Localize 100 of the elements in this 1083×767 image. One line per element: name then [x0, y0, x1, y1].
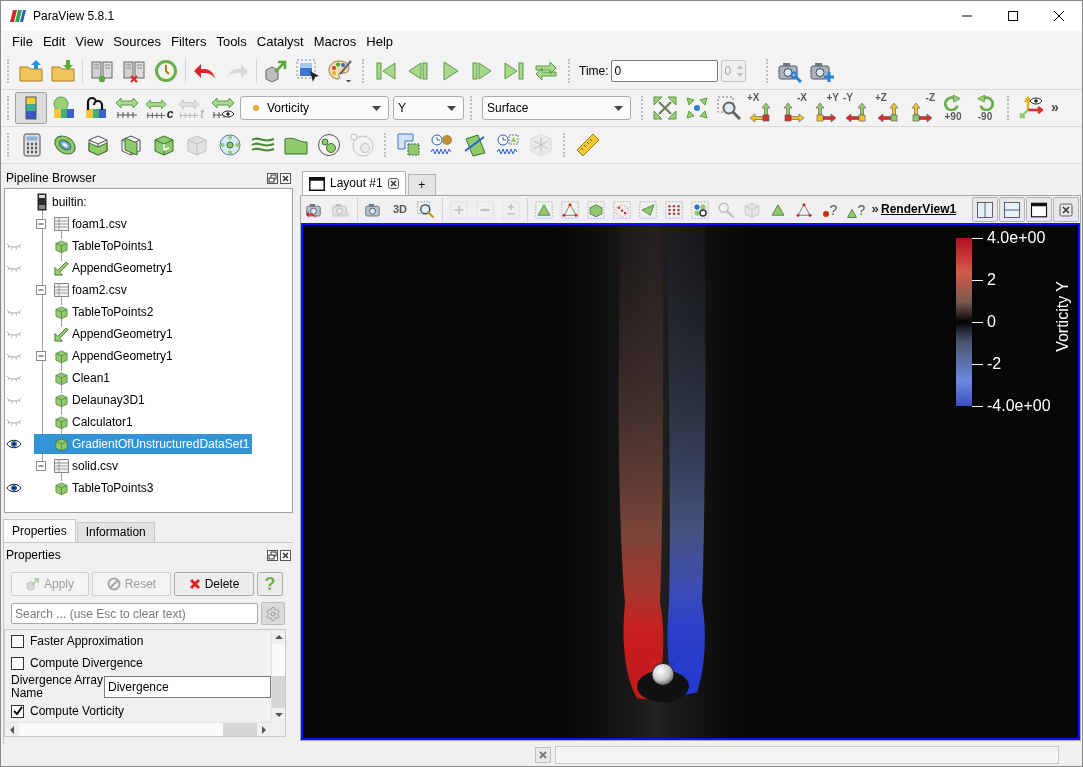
eye-closed-icon[interactable]	[6, 307, 22, 317]
server-connect-icon	[90, 59, 114, 83]
rescale-custom-button[interactable]: c	[143, 92, 175, 124]
pipeline-item[interactable]: Calculator1	[34, 412, 136, 432]
menu-item[interactable]: Edit	[37, 33, 71, 51]
scroll-right-icon[interactable]	[262, 725, 266, 734]
plus-minus-box-icon	[502, 200, 520, 219]
horizontal-scrollbar[interactable]	[5, 722, 271, 736]
hover-points-button[interactable]: ?	[817, 197, 843, 222]
view-direction-button[interactable]: -Z	[905, 92, 937, 124]
view-direction-button[interactable]: -Y	[841, 92, 873, 124]
eye-closed-icon[interactable]	[6, 395, 22, 405]
rotate-view-button[interactable]: -90	[969, 92, 1001, 124]
collapse-icon[interactable]	[36, 285, 46, 295]
scroll-up-icon[interactable]	[274, 635, 283, 639]
field-label: Divergence Array Name	[11, 674, 104, 700]
menu-item[interactable]: Tools	[211, 33, 252, 51]
menu-item[interactable]: Sources	[108, 33, 166, 51]
component-dropdown[interactable]: Y	[393, 96, 464, 120]
palette-icon	[328, 59, 352, 83]
time-field[interactable]: 0	[610, 60, 718, 82]
pipeline-item[interactable]: Delaunay3D1	[34, 390, 148, 410]
scroll-left-icon[interactable]	[10, 725, 14, 734]
eye-icon[interactable]	[6, 439, 22, 449]
menu-item[interactable]: Filters	[166, 33, 212, 51]
close-icon[interactable]	[280, 173, 291, 184]
pipeline-item[interactable]: AppendGeometry1	[34, 258, 176, 278]
pipeline-item[interactable]: TableToPoints2	[34, 302, 157, 322]
maximize-view-button[interactable]	[1026, 197, 1052, 222]
menu-item[interactable]: Macros	[308, 33, 362, 51]
eye-closed-icon[interactable]	[6, 329, 22, 339]
eye-closed-icon[interactable]	[6, 263, 22, 273]
pipeline-item[interactable]: TableToPoints1	[34, 236, 157, 256]
view-direction-button[interactable]: -X	[777, 92, 809, 124]
collapse-icon[interactable]	[36, 461, 46, 471]
toggle-3d-button[interactable]: 3D	[387, 197, 413, 222]
close-view-button[interactable]	[1053, 197, 1079, 222]
window-icon	[309, 176, 325, 191]
pipeline-item[interactable]: solid.csv	[34, 456, 121, 476]
menu-item[interactable]: View	[70, 33, 109, 51]
pipeline-item[interactable]: AppendGeometry1	[34, 346, 176, 366]
split-horizontal-button[interactable]	[972, 197, 998, 222]
delete-button[interactable]: Delete	[174, 572, 254, 596]
view-direction-button[interactable]: +Z	[873, 92, 905, 124]
new-layout-tab[interactable]: +	[407, 174, 436, 195]
view-direction-button[interactable]: +Y	[809, 92, 841, 124]
hover-cells-button[interactable]: ?	[843, 197, 869, 222]
menu-item[interactable]: Catalyst	[251, 33, 309, 51]
caret-down-icon	[614, 105, 623, 111]
collapse-icon[interactable]	[36, 351, 46, 361]
float-panel-icon[interactable]	[267, 173, 278, 184]
collapse-icon[interactable]	[36, 219, 46, 229]
select-points-icon	[561, 200, 579, 219]
abort-button[interactable]	[535, 747, 551, 763]
scrollbar-thumb[interactable]	[223, 723, 257, 736]
more-tools-button[interactable]: »	[1047, 92, 1063, 124]
array-dropdown[interactable]: Vorticity	[240, 96, 389, 120]
panel-tab[interactable]: Properties	[3, 519, 76, 542]
menu-item[interactable]: File	[7, 33, 38, 51]
checkbox[interactable]	[11, 704, 24, 718]
pipeline-item[interactable]: TableToPoints3	[34, 478, 157, 498]
select-blocks-icon	[691, 200, 709, 219]
pipeline-item[interactable]: foam2.csv	[34, 280, 130, 300]
split-vertical-button[interactable]	[999, 197, 1025, 222]
checkbox[interactable]	[11, 656, 24, 670]
checkbox-label: Faster Approximation	[30, 633, 144, 649]
color-map-toggle[interactable]	[15, 92, 47, 124]
text-field[interactable]: Divergence	[104, 676, 271, 698]
vertical-scrollbar[interactable]	[271, 630, 285, 722]
checkbox[interactable]	[11, 634, 24, 648]
eye-closed-icon[interactable]	[6, 417, 22, 427]
rotate-view-button[interactable]: +90	[937, 92, 969, 124]
eye-closed-icon[interactable]	[6, 351, 22, 361]
float-panel-icon[interactable]	[267, 549, 278, 561]
split-columns-icon	[976, 200, 994, 219]
panel-tab[interactable]: Information	[76, 522, 155, 542]
search-field[interactable]: Search ... (use Esc to clear text)	[11, 603, 258, 624]
close-icon[interactable]	[387, 178, 399, 189]
pipeline-item[interactable]: foam1.csv	[34, 214, 130, 234]
sphere-glyph-icon	[217, 133, 242, 157]
close-icon[interactable]	[280, 549, 291, 561]
layout-tab[interactable]: Layout #1	[302, 171, 406, 195]
folder-download-icon	[51, 59, 75, 83]
view-direction-button[interactable]: +X	[745, 92, 777, 124]
pipeline-item[interactable]: Clean1	[34, 368, 114, 388]
menu-item[interactable]: Help	[361, 33, 399, 51]
eye-icon[interactable]	[6, 483, 22, 493]
representation-dropdown[interactable]: Surface	[482, 96, 631, 120]
eye-closed-icon[interactable]	[6, 373, 22, 383]
eye-closed-icon[interactable]	[6, 241, 22, 251]
checkmark-icon	[12, 706, 23, 716]
scrollbar-thumb[interactable]	[272, 676, 285, 708]
render-view[interactable]: 4.0e+00 2 0 -2 -4.0e+00 Vorticity Y	[301, 223, 1080, 740]
more-tools-button[interactable]: »	[869, 197, 881, 222]
view-name-link[interactable]: RenderView1	[881, 197, 957, 222]
scroll-down-icon[interactable]	[274, 713, 283, 717]
pipeline-item[interactable]: builtin:	[34, 192, 90, 212]
pipeline-item[interactable]: AppendGeometry1	[34, 324, 176, 344]
magnifier-icon	[717, 200, 735, 219]
slice-cube-icon	[118, 133, 143, 157]
